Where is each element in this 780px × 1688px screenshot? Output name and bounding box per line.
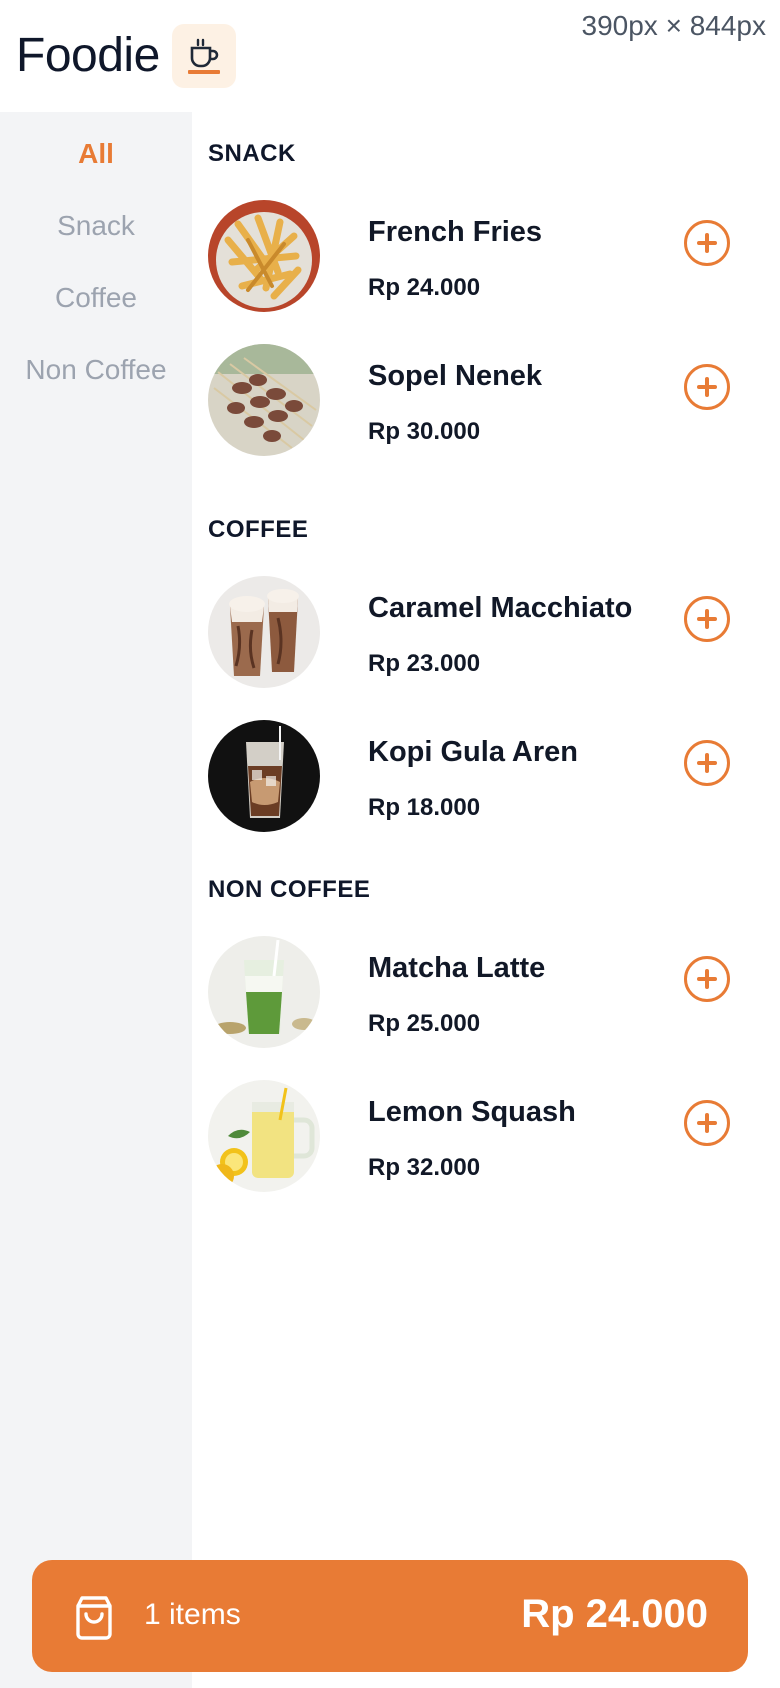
app-header: Foodie 390px × 844px [0,0,780,112]
section-title-snack: SNACK [208,140,296,167]
menu-item: French Fries Rp 24.000 [208,200,768,312]
add-to-cart-button[interactable] [684,956,730,1002]
category-snack[interactable]: Snack [0,210,192,242]
category-sidebar: All Snack Coffee Non Coffee [0,112,192,1688]
shopping-bag-icon [72,1594,116,1640]
item-name: Kopi Gula Aren [368,736,578,768]
item-price: Rp 18.000 [368,794,481,821]
cart-total: Rp 24.000 [521,1592,708,1636]
cart-summary-bar[interactable]: 1 items Rp 24.000 [32,1560,748,1672]
menu-item: Caramel Macchiato Rp 23.000 [208,576,768,688]
add-to-cart-button[interactable] [684,596,730,642]
item-price: Rp 25.000 [368,1010,481,1037]
category-non-coffee[interactable]: Non Coffee [0,354,192,386]
item-name: French Fries [368,216,543,248]
item-price: Rp 23.000 [368,650,481,677]
caramel-macchiato-image [208,576,320,688]
matcha-latte-image [208,936,320,1048]
lemon-squash-image [208,1080,320,1192]
item-name: Sopel Nenek [368,360,543,392]
add-to-cart-button[interactable] [684,740,730,786]
menu-item: Matcha Latte Rp 25.000 [208,936,768,1048]
viewport-size-label: 390px × 844px [581,10,767,41]
kopi-gula-aren-image [208,720,320,832]
cart-item-count: 1 items [144,1598,241,1631]
item-name: Caramel Macchiato [368,592,633,624]
add-to-cart-button[interactable] [684,364,730,410]
item-name: Lemon Squash [368,1096,576,1128]
section-title-non-coffee: NON COFFEE [208,876,371,903]
menu-item: Sopel Nenek Rp 30.000 [208,344,768,456]
item-name: Matcha Latte [368,952,546,984]
item-price: Rp 24.000 [368,274,481,301]
add-to-cart-button[interactable] [684,220,730,266]
item-price: Rp 30.000 [368,418,481,445]
category-coffee[interactable]: Coffee [0,282,192,314]
french-fries-image [208,200,320,312]
menu-item: Lemon Squash Rp 32.000 [208,1080,768,1192]
coffee-cup-icon [172,24,236,88]
category-all[interactable]: All [0,138,192,170]
add-to-cart-button[interactable] [684,1100,730,1146]
menu-list: SNACK French Fries Rp 24.000 Sopel Nenek… [192,112,780,1562]
menu-item: Kopi Gula Aren Rp 18.000 [208,720,768,832]
section-title-coffee: COFFEE [208,516,309,543]
app-title: Foodie [16,29,160,82]
satay-image [208,344,320,456]
item-price: Rp 32.000 [368,1154,481,1181]
